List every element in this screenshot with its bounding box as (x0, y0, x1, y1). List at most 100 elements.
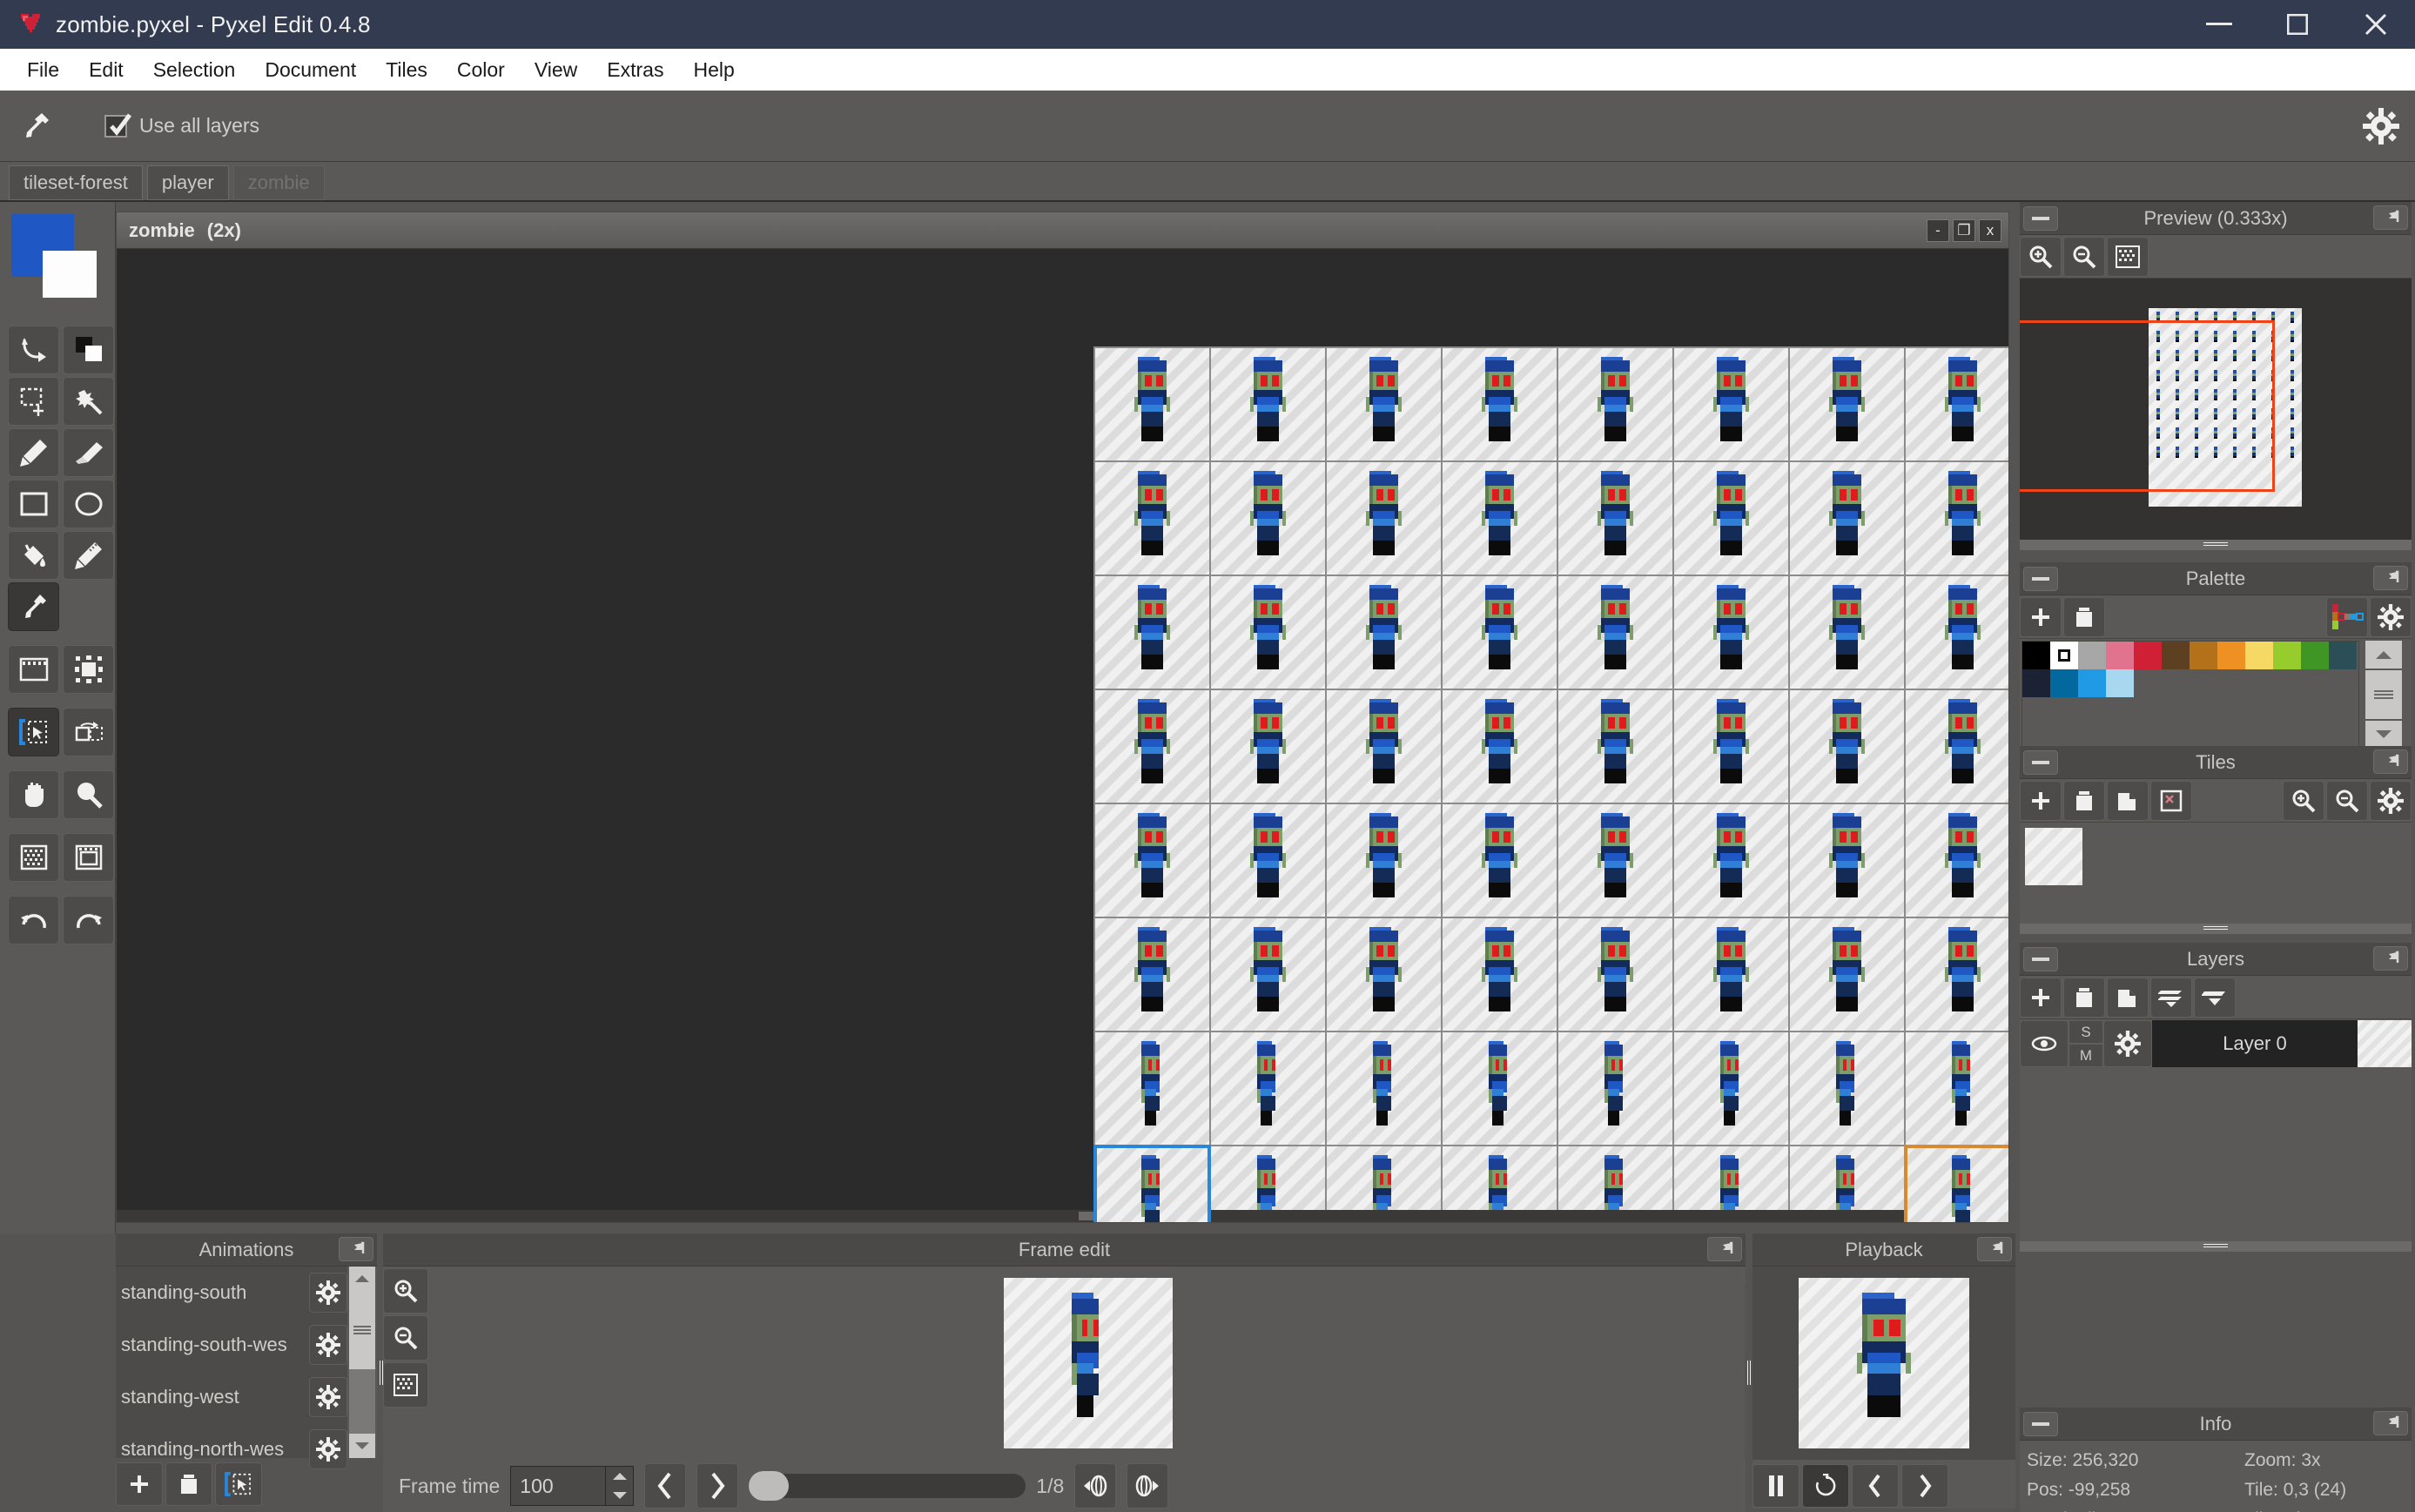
palette-color-grid[interactable] (2021, 641, 2359, 747)
sprite-cell[interactable] (1211, 690, 1325, 803)
palette-swatch[interactable] (2217, 642, 2245, 669)
sprite-sheet-grid[interactable] (1093, 346, 2008, 1222)
scroll-down-icon[interactable] (2365, 721, 2402, 749)
collapse-button[interactable] (2023, 946, 2058, 971)
palette-swatch[interactable] (2190, 642, 2217, 669)
document-tab-tileset-forest[interactable]: tileset-forest (9, 165, 143, 200)
onion-skin-prev-icon[interactable] (1074, 1463, 1117, 1509)
sprite-cell[interactable] (1095, 918, 1209, 1031)
sprite-cell[interactable] (1327, 1032, 1441, 1145)
zoom-out-icon[interactable] (2326, 780, 2368, 821)
sprite-cell[interactable] (1674, 348, 1788, 460)
sprite-cell[interactable] (1558, 690, 1672, 803)
color-strip-icon[interactable] (2326, 596, 2368, 637)
sprite-cell[interactable] (1674, 918, 1788, 1031)
palette-swatch[interactable] (2162, 642, 2190, 669)
palette-swatch[interactable] (2134, 642, 2162, 669)
palette-swatch[interactable] (2022, 642, 2050, 669)
sprite-cell[interactable] (1558, 576, 1672, 689)
menu-item-color[interactable]: Color (442, 53, 520, 87)
tile-thumbnail[interactable] (2025, 828, 2082, 885)
frame-time-input[interactable]: 100 (510, 1466, 607, 1506)
palette-swatch[interactable] (2050, 669, 2078, 697)
palette-swatch[interactable] (2329, 642, 2357, 669)
gear-icon[interactable] (2359, 104, 2403, 148)
sprite-cell[interactable] (1095, 690, 1209, 803)
pencil-icon[interactable] (8, 428, 59, 477)
hand-pan-icon[interactable] (8, 770, 59, 819)
undock-icon[interactable] (2373, 205, 2408, 230)
sprite-cell[interactable] (1674, 1032, 1788, 1145)
sprite-cell[interactable] (1095, 462, 1209, 575)
pause-icon[interactable] (1752, 1463, 1799, 1508)
zoom-in-icon[interactable] (383, 1268, 428, 1314)
frame-slider-knob[interactable] (749, 1471, 790, 1501)
menu-item-help[interactable]: Help (678, 53, 749, 87)
sprite-cell[interactable] (1095, 348, 1209, 460)
sprite-cell[interactable] (1674, 804, 1788, 917)
menu-item-edit[interactable]: Edit (74, 53, 138, 87)
panel-splitter[interactable] (2020, 1241, 2412, 1252)
secondary-color-swatch[interactable] (43, 251, 97, 298)
sprite-cell[interactable] (1211, 348, 1325, 460)
scrollbar-track[interactable] (349, 1369, 375, 1434)
sprite-cell[interactable] (1558, 348, 1672, 460)
gear-icon[interactable] (309, 1325, 347, 1365)
scrollbar-track[interactable] (2365, 670, 2402, 719)
flatten-icon[interactable] (2194, 977, 2236, 1018)
sprite-cell[interactable] (1327, 690, 1441, 803)
document-tab-player[interactable]: player (146, 165, 229, 200)
mute-toggle[interactable]: M (2069, 1044, 2103, 1067)
palette-swatch[interactable] (2245, 642, 2273, 669)
canvas-close-icon[interactable]: x (1979, 218, 2001, 242)
animation-row[interactable]: standing-south (116, 1267, 347, 1319)
sprite-cell[interactable] (1906, 1032, 2008, 1145)
collapse-button[interactable] (2023, 205, 2058, 231)
preview-canvas[interactable] (2020, 279, 2412, 540)
sprite-cell[interactable] (1443, 348, 1557, 460)
collapse-button[interactable] (2023, 1411, 2058, 1436)
menu-item-tiles[interactable]: Tiles (371, 53, 442, 87)
sprite-cell[interactable] (1906, 690, 2008, 803)
layer-row[interactable]: S M Layer 0 (2020, 1019, 2412, 1068)
zoom-in-icon[interactable] (2283, 780, 2324, 821)
next-frame-icon[interactable] (1901, 1463, 1948, 1508)
ellipse-icon[interactable] (63, 480, 114, 528)
layer-name[interactable]: Layer 0 (2152, 1020, 2358, 1067)
gear-icon[interactable] (2103, 1020, 2152, 1067)
sprite-cell[interactable] (1443, 1032, 1557, 1145)
duplicate-tile-icon[interactable] (2107, 780, 2149, 821)
undock-icon[interactable] (2373, 1411, 2408, 1435)
menu-item-file[interactable]: File (12, 53, 74, 87)
magnifier-icon[interactable] (63, 770, 114, 819)
palette-swatch[interactable] (2106, 669, 2134, 697)
sprite-cell[interactable] (1906, 348, 2008, 460)
menu-item-extras[interactable]: Extras (592, 53, 678, 87)
swap-colors-icon[interactable] (8, 326, 59, 374)
sprite-cell[interactable] (1327, 918, 1441, 1031)
undo-icon[interactable] (8, 896, 59, 944)
sprite-cell[interactable] (1790, 804, 1904, 917)
canvas-title-bar[interactable]: zombie (2x) - ❐ x (117, 212, 2008, 249)
next-frame-icon[interactable] (696, 1463, 739, 1509)
add-animation-icon[interactable] (116, 1462, 163, 1506)
redo-icon[interactable] (63, 896, 114, 944)
zoom-out-icon[interactable] (2063, 236, 2105, 277)
palette-swatch[interactable] (2022, 669, 2050, 697)
canvas-minimize-icon[interactable]: - (1927, 218, 1949, 242)
frame-toggle-icon[interactable] (63, 833, 114, 882)
duplicate-layer-icon[interactable] (2107, 977, 2149, 1018)
canvas-restore-icon[interactable]: ❐ (1953, 218, 1975, 242)
solo-mute-toggles[interactable]: S M (2069, 1020, 2103, 1067)
sprite-cell[interactable] (1443, 462, 1557, 575)
tile-clone-icon[interactable] (63, 708, 114, 756)
paint-bucket-icon[interactable] (8, 531, 59, 580)
sprite-cell[interactable] (1211, 804, 1325, 917)
gear-icon[interactable] (2370, 780, 2412, 821)
sprite-cell[interactable] (1906, 576, 2008, 689)
transparency-grid-icon[interactable] (383, 1362, 428, 1408)
sprite-cell[interactable] (1211, 1032, 1325, 1145)
sprite-cell[interactable] (1558, 1032, 1672, 1145)
grid-toggle-icon[interactable] (8, 833, 59, 882)
checkbox-box[interactable] (104, 113, 131, 138)
